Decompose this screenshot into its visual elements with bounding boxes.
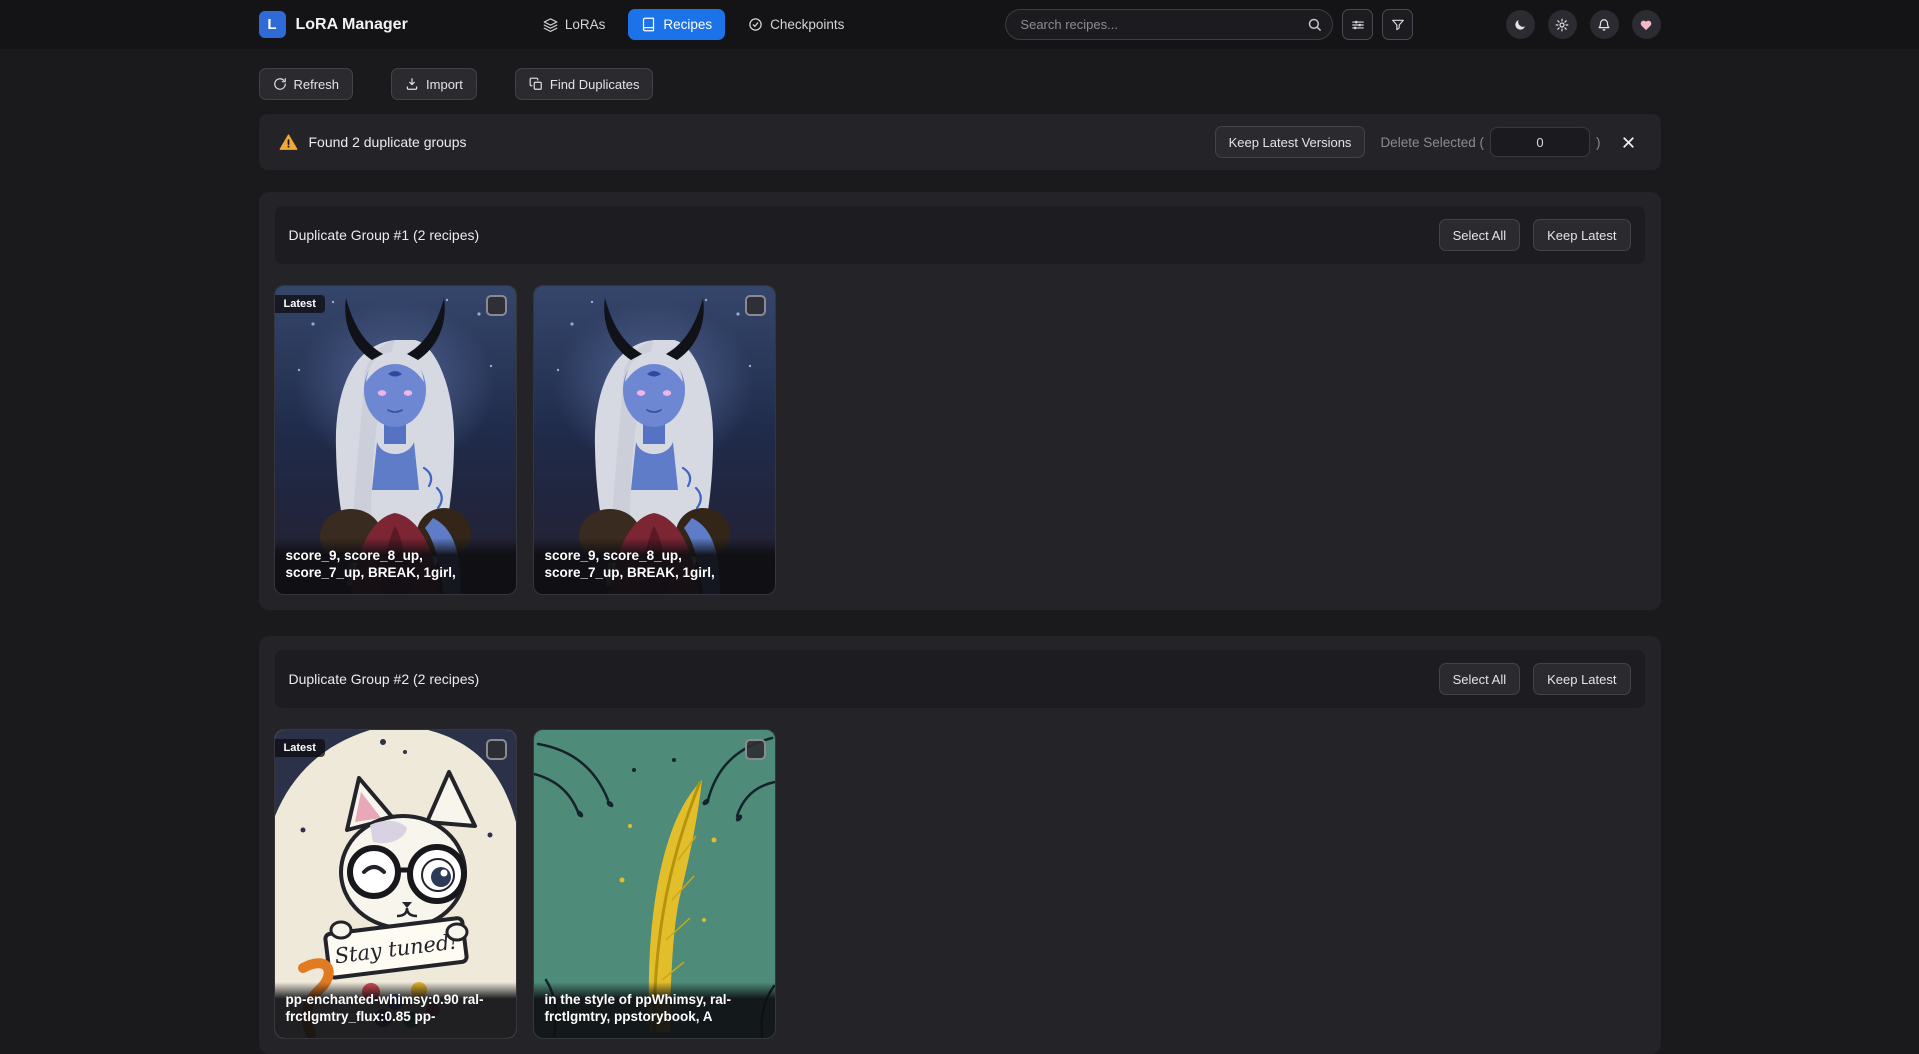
nav-actions [1506,10,1661,39]
card-select-checkbox[interactable] [745,739,766,760]
theme-toggle-button[interactable] [1506,10,1535,39]
duplicates-banner: Found 2 duplicate groups Keep Latest Ver… [259,114,1661,170]
app-title: LoRA Manager [296,16,408,34]
recipe-card[interactable]: Stay tuned! Latest pp-enchanted-whimsy:0… [275,730,516,1038]
main-content: Refresh Import Find Duplicates Found 2 d… [259,68,1661,1054]
card-select-checkbox[interactable] [486,295,507,316]
duplicate-group-panel-2: Duplicate Group #2 (2 recipes) Select Al… [259,636,1661,1054]
cards-row: Latest score_9, score_8_up, score_7_up, … [275,286,1645,594]
recipe-caption: in the style of ppWhimsy, ral-frctlgmtry… [534,982,775,1038]
keep-latest-versions-button[interactable]: Keep Latest Versions [1215,126,1366,158]
latest-badge: Latest [275,295,325,313]
card-select-checkbox[interactable] [745,295,766,316]
import-button[interactable]: Import [391,68,477,100]
bell-icon [1597,18,1611,32]
settings-button[interactable] [1548,10,1577,39]
circle-check-icon [748,17,763,32]
favorites-button[interactable] [1632,10,1661,39]
recipe-caption: score_9, score_8_up, score_7_up, BREAK, … [275,538,516,594]
keep-latest-label: Keep Latest [1547,672,1616,687]
keep-latest-button[interactable]: Keep Latest [1533,219,1630,251]
select-all-label: Select All [1453,672,1506,687]
recipe-caption: pp-enchanted-whimsy:0.90 ral-frctlgmtry_… [275,982,516,1038]
import-icon [405,77,419,91]
refresh-label: Refresh [294,77,340,92]
card-select-checkbox[interactable] [486,739,507,760]
recipe-card[interactable]: score_9, score_8_up, score_7_up, BREAK, … [534,286,775,594]
sliders-icon [1351,18,1365,32]
latest-badge: Latest [275,739,325,757]
duplicate-group-panel-1: Duplicate Group #1 (2 recipes) Select Al… [259,192,1661,610]
brand[interactable]: L LoRA Manager [259,11,408,38]
search-icon [1307,17,1322,32]
gear-icon [1555,18,1569,32]
moon-icon [1513,18,1527,32]
keep-latest-button[interactable]: Keep Latest [1533,663,1630,695]
tab-checkpoints[interactable]: Checkpoints [735,9,857,40]
refresh-button[interactable]: Refresh [259,68,354,100]
tab-recipes[interactable]: Recipes [628,9,725,40]
app-logo-icon: L [259,11,286,38]
book-icon [641,17,656,32]
keep-latest-label: Keep Latest [1547,228,1616,243]
panel-title: Duplicate Group #1 (2 recipes) [289,227,480,243]
banner-message-group: Found 2 duplicate groups [279,133,467,152]
filter-button[interactable] [1382,9,1413,40]
find-duplicates-label: Find Duplicates [550,77,640,92]
panel-title: Duplicate Group #2 (2 recipes) [289,671,480,687]
cards-row: Stay tuned! Latest pp-enchanted-whimsy:0… [275,730,1645,1038]
tab-label: Recipes [663,17,712,32]
tab-label: LoRAs [565,17,606,32]
close-icon [1620,134,1637,151]
banner-message: Found 2 duplicate groups [309,134,467,150]
panel-header: Duplicate Group #1 (2 recipes) Select Al… [275,206,1645,264]
select-all-button[interactable]: Select All [1439,663,1520,695]
refresh-icon [273,77,287,91]
sort-options-button[interactable] [1342,9,1373,40]
delete-selected-prefix: Delete Selected ( [1380,135,1484,150]
search-box [1005,9,1333,40]
nav-tabs: LoRAs Recipes Checkpoints [530,9,858,40]
panel-header: Duplicate Group #2 (2 recipes) Select Al… [275,650,1645,708]
find-duplicates-button[interactable]: Find Duplicates [515,68,654,100]
top-navbar: L LoRA Manager LoRAs Recipes Checkpoi [0,0,1919,49]
close-banner-button[interactable] [1616,130,1641,155]
import-label: Import [426,77,463,92]
panel-actions: Select All Keep Latest [1439,663,1631,695]
banner-actions: Keep Latest Versions Delete Selected ( ) [1215,126,1641,158]
tab-loras[interactable]: LoRAs [530,9,619,40]
warning-icon [279,133,298,152]
delete-selected-count-input[interactable] [1490,127,1590,157]
recipe-card[interactable]: Latest score_9, score_8_up, score_7_up, … [275,286,516,594]
select-all-button[interactable]: Select All [1439,219,1520,251]
copy-icon [529,77,543,91]
navbar-inner: L LoRA Manager LoRAs Recipes Checkpoi [259,0,1661,49]
keep-latest-versions-label: Keep Latest Versions [1229,135,1352,150]
search-group [1005,9,1413,40]
funnel-icon [1391,18,1405,32]
layers-icon [543,17,558,32]
panel-actions: Select All Keep Latest [1439,219,1631,251]
delete-selected-group: Delete Selected ( ) [1380,127,1600,157]
heart-icon [1639,18,1653,32]
tab-label: Checkpoints [770,17,844,32]
select-all-label: Select All [1453,228,1506,243]
toolbar: Refresh Import Find Duplicates [259,68,1661,100]
delete-selected-suffix: ) [1596,135,1601,150]
search-input[interactable] [1005,9,1333,40]
notifications-button[interactable] [1590,10,1619,39]
recipe-card[interactable]: in the style of ppWhimsy, ral-frctlgmtry… [534,730,775,1038]
recipe-caption: score_9, score_8_up, score_7_up, BREAK, … [534,538,775,594]
